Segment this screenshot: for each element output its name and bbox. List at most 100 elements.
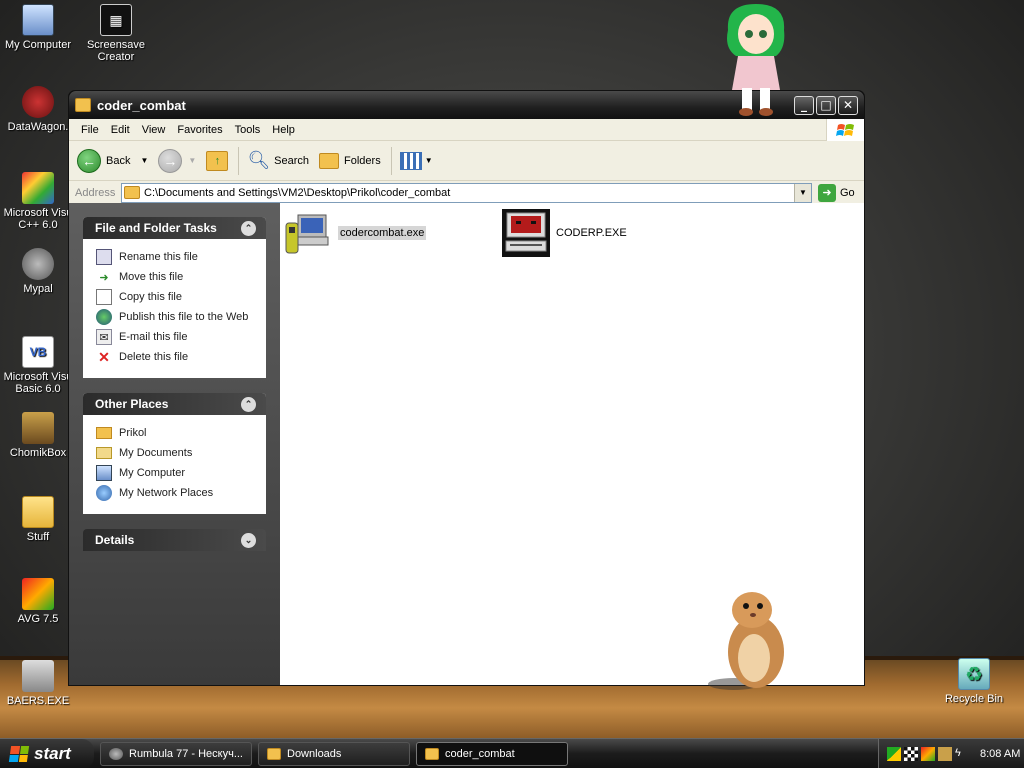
desktop-icon-mypal[interactable]: Mypal — [0, 248, 76, 295]
close-button[interactable]: ✕ — [838, 95, 858, 115]
tray-chomik-icon[interactable] — [938, 747, 952, 761]
folder-icon — [425, 747, 439, 760]
task-label: coder_combat — [445, 747, 515, 760]
task-delete[interactable]: ✕ Delete this file — [96, 347, 255, 367]
desktop-icon-stuff[interactable]: Stuff — [0, 496, 76, 543]
copy-icon — [96, 289, 112, 305]
task-label: Rumbula 77 - Нескуч... — [129, 747, 243, 760]
desktop-icon-label: Recycle Bin — [944, 693, 1004, 705]
collapse-icon[interactable]: ⌃ — [241, 396, 256, 412]
program-icon — [502, 209, 550, 257]
place-network[interactable]: My Network Places — [96, 483, 255, 503]
up-folder-button[interactable]: ↑ — [206, 150, 229, 171]
desktop-mascot-girl[interactable] — [716, 0, 796, 120]
desktop-icon-label: Microsoft Visu C++ 6.0 — [3, 207, 73, 231]
menu-view[interactable]: View — [136, 124, 172, 136]
task-email[interactable]: ✉ E-mail this file — [96, 327, 255, 347]
task-label: E-mail this file — [119, 331, 188, 343]
go-button[interactable]: ➜ Go — [818, 183, 860, 202]
task-label: Rename this file — [119, 251, 198, 263]
tray-checker-icon[interactable] — [904, 747, 918, 761]
address-dropdown-icon[interactable]: ▼ — [794, 183, 811, 202]
place-my-computer[interactable]: My Computer — [96, 463, 255, 483]
desktop-icon-label: DataWagon. — [7, 121, 69, 133]
task-publish[interactable]: Publish this file to the Web — [96, 307, 255, 327]
other-places-header[interactable]: Other Places ⌃ — [83, 393, 266, 415]
menu-tools[interactable]: Tools — [229, 124, 267, 136]
email-icon: ✉ — [96, 329, 112, 345]
desktop-icon-baers[interactable]: BAERS.EXE — [0, 660, 76, 707]
task-label: Delete this file — [119, 351, 189, 363]
tray-media-icon[interactable] — [887, 747, 901, 761]
documents-icon — [96, 447, 112, 459]
taskbar-item-rumbula[interactable]: Rumbula 77 - Нескуч... — [100, 741, 252, 766]
menu-edit[interactable]: Edit — [105, 124, 136, 136]
desktop-icon-recycle-bin[interactable]: ♻ Recycle Bin — [936, 658, 1012, 705]
details-header[interactable]: Details ⌄ — [83, 529, 266, 551]
start-button[interactable]: start — [0, 738, 94, 768]
avg-icon — [22, 578, 54, 610]
file-name: CODERP.EXE — [556, 227, 627, 239]
visual-studio-icon — [22, 172, 54, 204]
desktop-mascot-hamster[interactable] — [704, 588, 796, 692]
back-button[interactable]: ← Back ▼ — [77, 148, 148, 173]
task-label: Publish this file to the Web — [119, 311, 249, 323]
file-item-codercombat[interactable]: codercombat.exe — [284, 209, 427, 257]
folders-button[interactable]: Folders — [319, 152, 381, 169]
place-label: My Documents — [119, 447, 193, 459]
windows-logo-icon — [826, 119, 864, 141]
menu-file[interactable]: File — [75, 124, 105, 136]
system-tray: ϟ 8:08 AM — [878, 739, 1024, 768]
file-item-coderp[interactable]: CODERP.EXE — [502, 209, 627, 257]
collapse-icon[interactable]: ⌃ — [241, 220, 256, 236]
back-label: Back — [106, 154, 131, 167]
task-pane: File and Folder Tasks ⌃ Rename this file… — [69, 203, 280, 685]
computer-icon — [96, 465, 112, 481]
desktop-icon-visual-cpp[interactable]: Microsoft Visu C++ 6.0 — [0, 172, 76, 231]
file-tasks-header[interactable]: File and Folder Tasks ⌃ — [83, 217, 266, 239]
raccoon-icon — [22, 248, 54, 280]
forward-dropdown-icon: ▼ — [188, 156, 197, 165]
views-icon — [399, 151, 422, 170]
menu-favorites[interactable]: Favorites — [171, 124, 228, 136]
task-rename[interactable]: Rename this file — [96, 247, 255, 267]
views-dropdown-icon: ▼ — [424, 156, 433, 165]
desktop-icon-datawagon[interactable]: DataWagon. — [0, 86, 76, 133]
maximize-button[interactable]: □ — [816, 95, 836, 115]
task-copy[interactable]: Copy this file — [96, 287, 255, 307]
place-label: My Computer — [119, 467, 186, 479]
recycle-bin-icon: ♻ — [958, 658, 990, 690]
address-field[interactable]: C:\Documents and Settings\VM2\Desktop\Pr… — [121, 182, 812, 203]
task-move[interactable]: ➜ Move this file — [96, 267, 255, 287]
other-places-panel: Other Places ⌃ Prikol My Documents My Co… — [83, 393, 266, 514]
desktop-icon-chomikbox[interactable]: ChomikBox — [0, 412, 76, 459]
taskbar-item-downloads[interactable]: Downloads — [258, 741, 410, 766]
file-tasks-panel: File and Folder Tasks ⌃ Rename this file… — [83, 217, 266, 378]
expand-icon[interactable]: ⌄ — [241, 532, 256, 548]
desktop-icon-visual-basic[interactable]: VB Microsoft Visu Basic 6.0 — [0, 336, 76, 395]
folder-icon — [22, 496, 54, 528]
search-button[interactable]: 🔍︎ Search — [247, 150, 309, 171]
desktop-icon-avg[interactable]: AVG 7.5 — [0, 578, 76, 625]
visual-basic-icon: VB — [22, 336, 54, 368]
desktop-icon-label: Stuff — [26, 531, 50, 543]
back-dropdown-icon[interactable]: ▼ — [140, 156, 148, 165]
start-label: start — [34, 743, 71, 763]
tray-avg-icon[interactable] — [921, 747, 935, 761]
desktop-icon-my-computer[interactable]: My Computer — [0, 4, 76, 51]
tray-network-icon[interactable]: ϟ — [955, 747, 969, 761]
menu-help[interactable]: Help — [266, 124, 301, 136]
rename-icon — [96, 249, 112, 265]
desktop-icon-screensave-creator[interactable]: ▦ Screensave Creator — [78, 4, 154, 63]
forward-button[interactable]: → ▼ — [158, 148, 197, 173]
search-icon: 🔍︎ — [247, 150, 271, 170]
chomikbox-icon — [22, 412, 54, 444]
search-label: Search — [274, 154, 310, 167]
place-prikol[interactable]: Prikol — [96, 423, 255, 443]
desktop-icon-label: Mypal — [23, 283, 53, 295]
place-my-documents[interactable]: My Documents — [96, 443, 255, 463]
taskbar-item-coder-combat[interactable]: coder_combat — [416, 741, 568, 766]
views-button[interactable]: ▼ — [399, 151, 433, 170]
minimize-button[interactable]: _ — [794, 95, 814, 115]
file-tasks-title: File and Folder Tasks — [95, 221, 217, 235]
